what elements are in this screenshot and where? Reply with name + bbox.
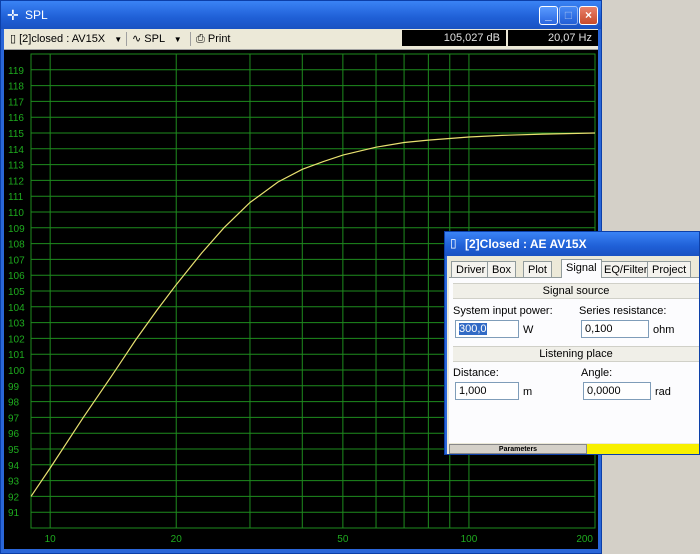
parameters-window: ▯ [2]Closed : AE AV15X Driver Box Plot S… [444, 231, 700, 455]
tab-box[interactable]: Box [487, 261, 516, 277]
tab-project[interactable]: Project [647, 261, 692, 277]
y-tick-label: 93 [8, 477, 20, 488]
distance-unit: m [523, 386, 533, 398]
window-title: SPL [25, 8, 48, 22]
x-tick-label: 200 [576, 534, 593, 545]
toolbar-separator [190, 32, 191, 46]
series-resistance-field[interactable]: 0,100 [581, 320, 649, 338]
y-tick-label: 96 [8, 429, 20, 440]
hz-readout: 20,07 Hz [508, 30, 598, 46]
y-tick-label: 91 [8, 508, 20, 519]
y-tick-label: 119 [8, 66, 24, 77]
chevron-down-icon: ▼ [114, 35, 123, 44]
wave-icon: ∿ [132, 33, 142, 45]
signal-source-header: Signal source [453, 283, 699, 299]
minimize-button[interactable]: _ [539, 6, 558, 25]
angle-unit: rad [655, 386, 671, 398]
x-tick-label: 100 [461, 534, 478, 545]
y-tick-label: 118 [8, 82, 24, 93]
y-tick-label: 103 [8, 319, 25, 330]
listening-place-header: Listening place [453, 346, 699, 362]
series-resistance-label: Series resistance: [579, 305, 667, 317]
distance-field[interactable]: 1,000 [455, 382, 519, 400]
y-tick-label: 106 [8, 271, 25, 282]
spl-titlebar[interactable]: ✛ SPL _ □ × [1, 1, 601, 29]
y-tick-label: 100 [8, 366, 25, 377]
printer-icon: ⎙ [196, 33, 205, 45]
y-tick-label: 112 [8, 176, 24, 187]
y-tick-label: 99 [8, 382, 20, 393]
chevron-down-icon: ▼ [173, 35, 182, 44]
print-button[interactable]: ⎙ Print [196, 31, 231, 47]
maximize-button[interactable]: □ [559, 6, 578, 25]
system-input-power-field[interactable]: 300,0 [455, 320, 519, 338]
parameters-body: Driver Box Plot Signal EQ/Filter Project… [447, 256, 699, 454]
tab-signal[interactable]: Signal [561, 259, 602, 278]
document-icon: ▯ [450, 236, 457, 250]
toolbar: ▯ [2]closed : AV15X ▼ ∿ SPL ▼ ⎙ Print 10… [4, 29, 598, 50]
driver-selector-label: [2]closed : AV15X [19, 33, 106, 45]
power-unit: W [523, 324, 534, 336]
db-readout: 105,027 dB [402, 30, 506, 46]
y-tick-label: 102 [8, 334, 25, 345]
y-tick-label: 98 [8, 398, 20, 409]
x-tick-label: 10 [45, 534, 57, 545]
plot-type-selector[interactable]: ∿ SPL ▼ [132, 31, 182, 47]
parameters-tabs: Driver Box Plot Signal EQ/Filter Project [449, 259, 699, 278]
distance-label: Distance: [453, 367, 499, 379]
y-tick-label: 107 [8, 255, 25, 266]
tab-plot[interactable]: Plot [523, 261, 552, 277]
parameters-titlebar[interactable]: ▯ [2]Closed : AE AV15X [445, 232, 699, 256]
x-tick-label: 50 [337, 534, 349, 545]
resistance-unit: ohm [653, 324, 675, 336]
y-tick-label: 94 [8, 461, 20, 472]
system-input-power-value: 300,0 [459, 323, 487, 335]
plot-type-label: SPL [144, 33, 165, 45]
y-tick-label: 109 [8, 224, 25, 235]
y-tick-label: 117 [8, 97, 24, 108]
y-tick-label: 111 [8, 192, 24, 203]
status-label: Parameters [449, 444, 587, 454]
parameters-status: Parameters [449, 444, 699, 454]
crosshair-icon: ✛ [7, 7, 19, 23]
tab-eq-filter[interactable]: EQ/Filter [599, 261, 653, 277]
x-tick-label: 20 [171, 534, 183, 545]
signal-tab-content: Signal source System input power: 300,0 … [449, 277, 699, 443]
y-tick-label: 113 [8, 161, 24, 172]
y-tick-label: 101 [8, 350, 25, 361]
y-tick-label: 110 [8, 208, 24, 219]
angle-field[interactable]: 0,0000 [583, 382, 651, 400]
document-icon: ▯ [10, 33, 17, 45]
y-tick-label: 108 [8, 240, 25, 251]
y-tick-label: 116 [8, 113, 24, 124]
y-tick-label: 105 [8, 287, 25, 298]
y-tick-label: 114 [8, 145, 24, 156]
parameters-title: [2]Closed : AE AV15X [465, 237, 587, 251]
y-tick-label: 115 [8, 129, 24, 140]
close-button[interactable]: × [579, 6, 598, 25]
toolbar-separator [126, 32, 127, 46]
system-input-power-label: System input power: [453, 305, 553, 317]
angle-label: Angle: [581, 367, 613, 379]
y-tick-label: 95 [8, 445, 20, 456]
y-tick-label: 97 [8, 413, 20, 424]
tab-driver[interactable]: Driver [451, 261, 491, 277]
print-label: Print [207, 33, 231, 45]
y-tick-label: 104 [8, 303, 25, 314]
status-bar [587, 444, 699, 454]
y-tick-label: 92 [8, 492, 20, 503]
driver-selector[interactable]: ▯ [2]closed : AV15X ▼ [10, 31, 122, 47]
